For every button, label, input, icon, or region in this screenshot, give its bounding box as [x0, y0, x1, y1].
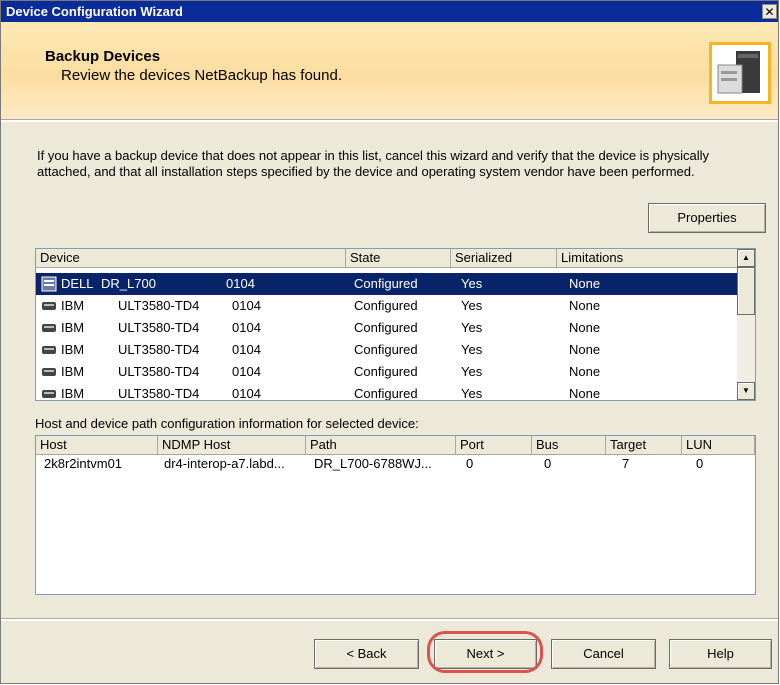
column-header-state[interactable]: State [346, 249, 451, 268]
device-serialized: Yes [461, 386, 483, 401]
back-button[interactable]: < Back [314, 639, 419, 669]
column-header-target[interactable]: Target [606, 436, 682, 455]
device-row[interactable]: IBM ULT3580-TD4 0104 Configured Yes None [36, 383, 739, 401]
device-serialized: Yes [461, 342, 483, 357]
properties-button[interactable]: Properties [648, 203, 766, 233]
device-serialized: Yes [461, 276, 483, 291]
device-revision: 0104 [232, 386, 261, 401]
path-lun: 0 [696, 456, 704, 471]
intro-text: If you have a backup device that does no… [37, 148, 710, 179]
column-header-serialized[interactable]: Serialized [451, 249, 557, 268]
device-list[interactable]: Device State Serialized Limitations DELL… [35, 248, 756, 401]
device-path-list[interactable]: Host NDMP Host Path Port Bus Target LUN … [35, 435, 756, 595]
tape-drive-icon [41, 386, 57, 400]
device-limitations: None [569, 386, 601, 401]
path-ndmp-host: dr4-interop-a7.labd... [164, 456, 285, 471]
device-serialized: Yes [461, 364, 483, 379]
device-limitations: None [569, 320, 601, 335]
device-row[interactable]: IBM ULT3580-TD4 0104 Configured Yes None [36, 295, 739, 317]
cancel-button[interactable]: Cancel [551, 639, 656, 669]
device-state: Configured [354, 276, 418, 291]
device-revision: 0104 [232, 364, 261, 379]
tape-drive-icon [41, 364, 57, 380]
device-limitations: None [569, 364, 601, 379]
help-button[interactable]: Help [669, 639, 772, 669]
device-model: ULT3580-TD4 [118, 386, 200, 401]
device-row[interactable]: IBM ULT3580-TD4 0104 Configured Yes None [36, 361, 739, 383]
device-vendor: IBM [61, 364, 85, 379]
page-title: Backup Devices [45, 48, 161, 65]
device-row[interactable]: IBM ULT3580-TD4 0104 Configured Yes None [36, 317, 739, 339]
device-model: ULT3580-TD4 [118, 342, 200, 357]
header-divider [1, 119, 778, 122]
column-header-bus[interactable]: Bus [532, 436, 606, 455]
tape-library-icon [41, 276, 57, 292]
tape-drive-icon [41, 298, 57, 314]
device-state: Configured [354, 364, 418, 379]
path-path: DR_L700-6788WJ... [314, 456, 432, 471]
device-limitations: None [569, 276, 601, 291]
device-list-scrollbar[interactable]: ▲ ▼ [737, 249, 755, 400]
device-revision: 0104 [226, 276, 255, 291]
column-header-limitations[interactable]: Limitations [557, 249, 739, 268]
device-limitations: None [569, 342, 601, 357]
path-bus: 0 [544, 456, 552, 471]
column-header-lun[interactable]: LUN [682, 436, 755, 455]
wizard-header: Backup Devices Review the devices NetBac… [1, 22, 778, 119]
path-row[interactable]: 2k8r2intvm01 dr4-interop-a7.labd... DR_L… [36, 455, 755, 473]
scroll-down-button[interactable]: ▼ [737, 382, 755, 400]
device-state: Configured [354, 342, 418, 357]
device-serialized: Yes [461, 298, 483, 313]
device-revision: 0104 [232, 320, 261, 335]
column-header-ndmp-host[interactable]: NDMP Host [158, 436, 306, 455]
device-limitations: None [569, 298, 601, 313]
window-title: Device Configuration Wizard [6, 4, 183, 19]
page-subtitle: Review the devices NetBackup has found. [61, 67, 342, 84]
device-model: ULT3580-TD4 [118, 320, 200, 335]
wizard-window: Device Configuration Wizard ✕ Backup Dev… [0, 0, 779, 684]
device-vendor: IBM [61, 320, 85, 335]
scroll-thumb[interactable] [737, 267, 755, 315]
tape-drive-icon [41, 342, 57, 358]
path-section-label: Host and device path configuration infor… [35, 416, 419, 431]
device-row[interactable]: DELL DR_L700 0104 Configured Yes None [36, 273, 739, 295]
tape-drive-icon [41, 320, 57, 336]
device-row[interactable]: IBM ULT3580-TD4 0104 Configured Yes None [36, 339, 739, 361]
title-bar[interactable]: Device Configuration Wizard ✕ [1, 1, 778, 22]
device-state: Configured [354, 320, 418, 335]
device-serialized: Yes [461, 320, 483, 335]
path-target: 7 [622, 456, 630, 471]
next-button-highlight-ring [427, 631, 543, 673]
close-button[interactable]: ✕ [762, 4, 777, 19]
footer-divider [1, 618, 778, 621]
device-model: ULT3580-TD4 [118, 364, 200, 379]
device-vendor: IBM [61, 342, 85, 357]
column-header-path[interactable]: Path [306, 436, 456, 455]
path-port: 0 [466, 456, 474, 471]
device-state: Configured [354, 386, 418, 401]
device-revision: 0104 [232, 342, 261, 357]
scroll-up-button[interactable]: ▲ [737, 249, 755, 267]
device-vendor: IBM [61, 386, 85, 401]
device-vendor: IBM [61, 298, 85, 313]
path-host: 2k8r2intvm01 [44, 456, 123, 471]
column-header-port[interactable]: Port [456, 436, 532, 455]
device-revision: 0104 [232, 298, 261, 313]
column-header-device[interactable]: Device [36, 249, 346, 268]
device-state: Configured [354, 298, 418, 313]
device-vendor: DELL [61, 276, 94, 291]
tape-drive-icon [709, 42, 771, 104]
device-model: ULT3580-TD4 [118, 298, 200, 313]
device-model: DR_L700 [101, 276, 156, 291]
column-header-host[interactable]: Host [36, 436, 158, 455]
